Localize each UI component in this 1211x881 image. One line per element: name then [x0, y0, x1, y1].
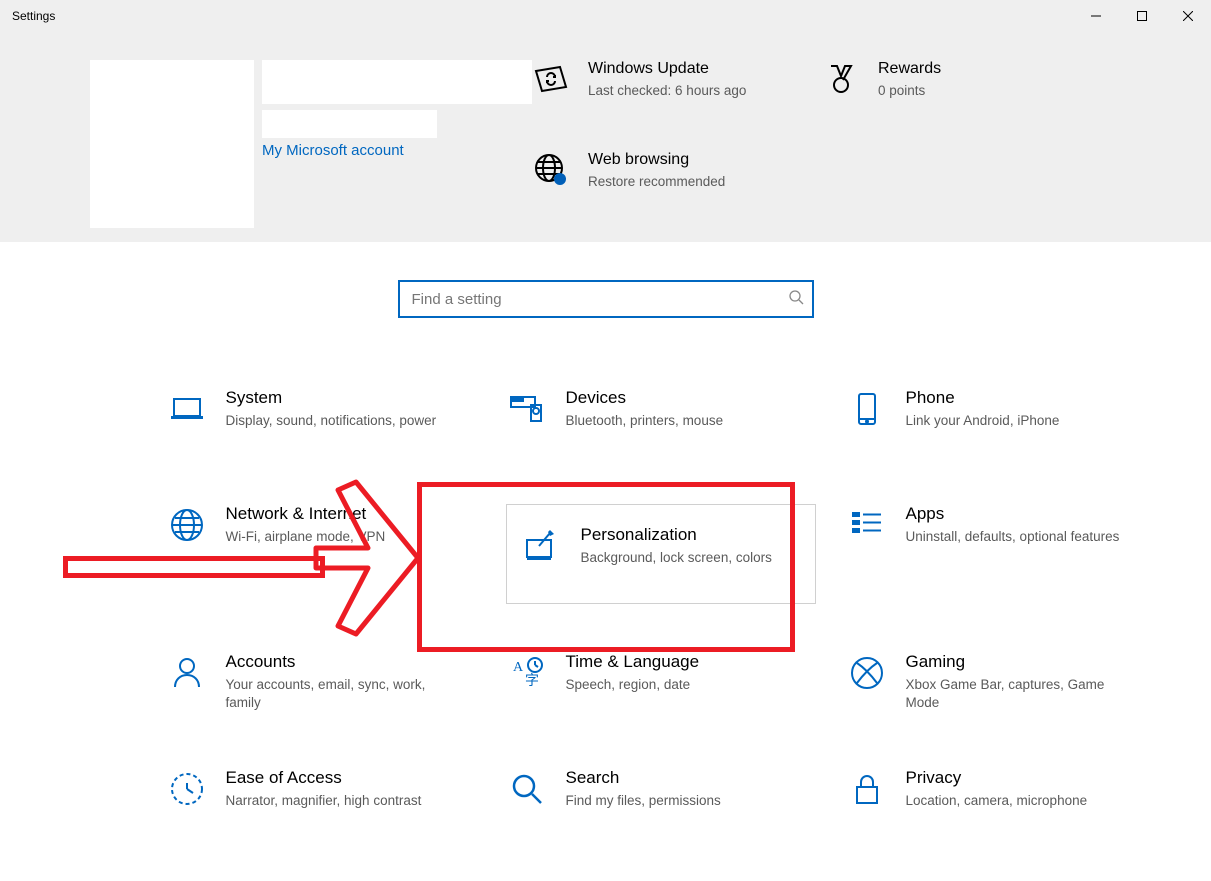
category-network-sub: Wi-Fi, airplane mode, VPN	[226, 528, 386, 546]
category-privacy[interactable]: Privacy Location, camera, microphone	[846, 768, 1186, 836]
category-devices[interactable]: Devices Bluetooth, printers, mouse	[506, 388, 846, 456]
category-accounts-title: Accounts	[226, 652, 456, 672]
ease-icon	[166, 768, 208, 810]
category-accounts[interactable]: Accounts Your accounts, email, sync, wor…	[166, 652, 506, 720]
account-email-redacted	[262, 110, 437, 138]
laptop-icon	[166, 388, 208, 430]
category-phone[interactable]: Phone Link your Android, iPhone	[846, 388, 1186, 456]
category-apps-sub: Uninstall, defaults, optional features	[906, 528, 1120, 546]
sync-icon	[532, 60, 570, 98]
status-update-sub: Last checked: 6 hours ago	[588, 82, 746, 100]
magnifier-icon	[506, 768, 548, 810]
category-privacy-title: Privacy	[906, 768, 1088, 788]
category-apps[interactable]: Apps Uninstall, defaults, optional featu…	[846, 504, 1186, 604]
category-personalization[interactable]: Personalization Background, lock screen,…	[506, 504, 816, 604]
maximize-button[interactable]	[1119, 0, 1165, 32]
category-time-title: Time & Language	[566, 652, 700, 672]
status-update-title: Windows Update	[588, 60, 746, 78]
status-web-sub: Restore recommended	[588, 173, 725, 191]
minimize-button[interactable]	[1073, 0, 1119, 32]
category-privacy-sub: Location, camera, microphone	[906, 792, 1088, 810]
phone-icon	[846, 388, 888, 430]
devices-icon	[506, 388, 548, 430]
search-box[interactable]	[398, 280, 814, 318]
category-ease-title: Ease of Access	[226, 768, 422, 788]
account-banner: My Microsoft account Windows Update Last…	[0, 32, 1211, 242]
status-rewards-title: Rewards	[878, 60, 941, 78]
category-system[interactable]: System Display, sound, notifications, po…	[166, 388, 506, 456]
category-accounts-sub: Your accounts, email, sync, work, family	[226, 676, 456, 712]
category-personalization-title: Personalization	[581, 525, 772, 545]
category-ease-sub: Narrator, magnifier, high contrast	[226, 792, 422, 810]
category-system-title: System	[226, 388, 437, 408]
category-time-language[interactable]: A 字 Time & Language Speech, region, date	[506, 652, 846, 720]
close-button[interactable]	[1165, 0, 1211, 32]
category-gaming-sub: Xbox Game Bar, captures, Game Mode	[906, 676, 1136, 712]
globe-dot-icon	[532, 151, 570, 189]
person-icon	[166, 652, 208, 694]
search-icon	[788, 289, 804, 309]
time-language-icon: A 字	[506, 652, 548, 694]
account-name-redacted	[262, 60, 532, 104]
title-bar: Settings	[0, 0, 1211, 32]
category-search-sub: Find my files, permissions	[566, 792, 721, 810]
apps-icon	[846, 504, 888, 546]
my-microsoft-account-link[interactable]: My Microsoft account	[262, 142, 404, 159]
lock-icon	[846, 768, 888, 810]
svg-text:A: A	[513, 660, 524, 675]
settings-grid: System Display, sound, notifications, po…	[96, 388, 1116, 836]
category-system-sub: Display, sound, notifications, power	[226, 412, 437, 430]
xbox-icon	[846, 652, 888, 694]
status-rewards[interactable]: Rewards 0 points	[822, 60, 982, 131]
category-search-title: Search	[566, 768, 721, 788]
avatar	[90, 60, 254, 228]
category-search[interactable]: Search Find my files, permissions	[506, 768, 846, 836]
category-phone-sub: Link your Android, iPhone	[906, 412, 1060, 430]
window-title: Settings	[12, 9, 55, 23]
status-web-title: Web browsing	[588, 151, 725, 169]
category-ease-of-access[interactable]: Ease of Access Narrator, magnifier, high…	[166, 768, 506, 836]
paint-icon	[521, 525, 563, 567]
category-gaming[interactable]: Gaming Xbox Game Bar, captures, Game Mod…	[846, 652, 1186, 720]
category-network[interactable]: Network & Internet Wi-Fi, airplane mode,…	[166, 504, 506, 604]
category-time-sub: Speech, region, date	[566, 676, 700, 694]
svg-text:字: 字	[525, 673, 539, 689]
status-rewards-sub: 0 points	[878, 82, 941, 100]
category-apps-title: Apps	[906, 504, 1120, 524]
status-web-browsing[interactable]: Web browsing Restore recommended	[532, 151, 792, 222]
category-phone-title: Phone	[906, 388, 1060, 408]
globe-icon	[166, 504, 208, 546]
category-gaming-title: Gaming	[906, 652, 1136, 672]
medal-icon	[822, 60, 860, 98]
category-network-title: Network & Internet	[226, 504, 386, 524]
category-personalization-sub: Background, lock screen, colors	[581, 549, 772, 567]
status-windows-update[interactable]: Windows Update Last checked: 6 hours ago	[532, 60, 792, 131]
category-devices-title: Devices	[566, 388, 724, 408]
category-devices-sub: Bluetooth, printers, mouse	[566, 412, 724, 430]
search-input[interactable]	[410, 290, 788, 309]
